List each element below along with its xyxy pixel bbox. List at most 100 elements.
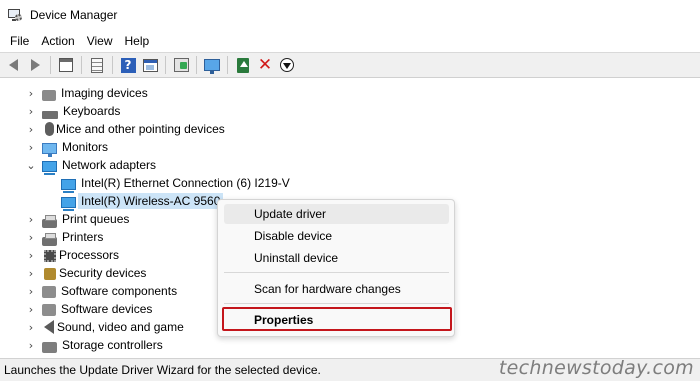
- network-adapter-icon: [61, 178, 76, 193]
- help-button[interactable]: ?: [117, 54, 139, 76]
- context-update-driver[interactable]: Update driver: [224, 204, 449, 224]
- action-pane-icon: [142, 58, 158, 72]
- network-adapter-icon: [61, 196, 76, 211]
- tree-item-label: Processors: [59, 248, 120, 262]
- menu-bar: File Action View Help: [0, 30, 700, 52]
- software-component-icon: [42, 286, 56, 298]
- help-icon: ?: [120, 57, 136, 73]
- context-disable-device[interactable]: Disable device: [224, 226, 449, 246]
- mouse-icon: [45, 122, 54, 136]
- properties-toolbar-button[interactable]: [86, 54, 108, 76]
- scan-hardware-button[interactable]: [170, 54, 192, 76]
- tree-item-printers[interactable]: › Printers: [26, 228, 103, 246]
- toolbar-separator: [196, 56, 197, 74]
- network-adapter-icon: [42, 160, 57, 175]
- toolbar: ? ✕: [0, 52, 700, 78]
- context-menu-separator: [224, 272, 449, 273]
- forward-button[interactable]: [24, 54, 46, 76]
- disable-device-button[interactable]: [276, 54, 298, 76]
- context-scan-hardware[interactable]: Scan for hardware changes: [224, 279, 449, 299]
- tree-item-processors[interactable]: › Processors: [26, 246, 119, 264]
- status-text: Launches the Update Driver Wizard for th…: [4, 363, 321, 377]
- chevron-right-icon[interactable]: ›: [26, 264, 36, 282]
- tree-item-security-devices[interactable]: › Security devices: [26, 264, 146, 282]
- tree-item-label: Software components: [61, 284, 178, 298]
- tree-item-label: Software devices: [61, 302, 153, 316]
- tree-item-wireless-adapter[interactable]: Intel(R) Wireless-AC 9560: [61, 192, 224, 211]
- tree-item-label: Security devices: [59, 266, 147, 280]
- toolbar-separator: [81, 56, 82, 74]
- tree-item-label: Imaging devices: [61, 86, 148, 100]
- chevron-right-icon[interactable]: ›: [26, 120, 36, 138]
- update-driver-icon: [237, 57, 249, 73]
- tree-item-sound-video-game[interactable]: › Sound, video and game: [26, 318, 184, 336]
- tree-item-label: Mice and other pointing devices: [56, 122, 225, 136]
- tree-item-label: Print queues: [62, 212, 130, 226]
- title-bar: Device Manager: [0, 0, 700, 30]
- toolbar-separator: [50, 56, 51, 74]
- chevron-right-icon[interactable]: ›: [26, 228, 36, 246]
- print-queue-icon: [42, 214, 57, 228]
- watermark: technewstoday.com: [498, 357, 694, 379]
- tree-item-mice[interactable]: › Mice and other pointing devices: [26, 120, 225, 138]
- chevron-right-icon[interactable]: ›: [26, 84, 36, 102]
- chevron-right-icon[interactable]: ›: [26, 138, 36, 156]
- tree-item-keyboards[interactable]: › Keyboards: [26, 102, 120, 120]
- device-manager-icon: [8, 9, 22, 21]
- tree-item-ethernet-adapter[interactable]: Intel(R) Ethernet Connection (6) I219-V: [61, 174, 290, 193]
- chevron-right-icon[interactable]: ›: [26, 336, 36, 354]
- chevron-right-icon[interactable]: ›: [26, 282, 36, 300]
- tree-item-label: Intel(R) Wireless-AC 9560: [78, 193, 224, 209]
- menu-help[interactable]: Help: [119, 32, 156, 50]
- console-tree-button[interactable]: [55, 54, 77, 76]
- tree-item-software-devices[interactable]: › Software devices: [26, 300, 152, 318]
- uninstall-device-button[interactable]: ✕: [254, 54, 276, 76]
- chevron-right-icon[interactable]: ›: [26, 210, 36, 228]
- disable-device-icon: [280, 58, 294, 72]
- tree-item-storage-controllers[interactable]: › Storage controllers: [26, 336, 163, 354]
- uninstall-device-icon: ✕: [257, 54, 273, 75]
- tree-item-label: Sound, video and game: [57, 320, 184, 334]
- security-device-icon: [44, 268, 56, 280]
- tree-item-label: Intel(R) Ethernet Connection (6) I219-V: [81, 176, 290, 190]
- chevron-right-icon[interactable]: ›: [26, 318, 36, 336]
- tree-item-monitors[interactable]: › Monitors: [26, 138, 109, 157]
- action-pane-button[interactable]: [139, 54, 161, 76]
- tree-item-label: Monitors: [62, 140, 109, 154]
- update-driver-button[interactable]: [232, 54, 254, 76]
- computer-monitor-icon: [204, 59, 220, 74]
- context-properties[interactable]: Properties: [224, 310, 449, 330]
- chevron-down-icon[interactable]: ⌄: [26, 156, 36, 174]
- imaging-device-icon: [42, 89, 56, 101]
- tree-item-network-adapters[interactable]: ⌄ Network adapters: [26, 156, 157, 175]
- back-arrow-icon: [8, 59, 18, 71]
- sound-icon: [44, 320, 54, 334]
- tree-item-print-queues[interactable]: › Print queues: [26, 210, 129, 228]
- toolbar-separator: [227, 56, 228, 74]
- chevron-right-icon[interactable]: ›: [26, 300, 36, 318]
- scan-hardware-icon: [173, 58, 189, 72]
- tree-item-label: Keyboards: [63, 104, 121, 118]
- keyboard-icon: [42, 111, 58, 119]
- computer-button[interactable]: [201, 54, 223, 76]
- forward-arrow-icon: [30, 59, 40, 71]
- storage-controller-icon: [42, 341, 57, 353]
- back-button[interactable]: [2, 54, 24, 76]
- context-menu: Update driver Disable device Uninstall d…: [217, 199, 455, 337]
- menu-file[interactable]: File: [4, 32, 35, 50]
- tree-item-label: Network adapters: [62, 158, 157, 172]
- context-uninstall-device[interactable]: Uninstall device: [224, 248, 449, 268]
- menu-action[interactable]: Action: [35, 32, 80, 50]
- toolbar-separator: [165, 56, 166, 74]
- show-hide-console-tree-icon: [59, 58, 73, 72]
- tree-item-imaging-devices[interactable]: › Imaging devices: [26, 84, 148, 102]
- software-device-icon: [42, 304, 56, 316]
- menu-view[interactable]: View: [81, 32, 119, 50]
- tree-item-software-components[interactable]: › Software components: [26, 282, 177, 300]
- properties-icon: [91, 57, 103, 73]
- monitor-icon: [42, 142, 57, 157]
- chevron-right-icon[interactable]: ›: [26, 102, 36, 120]
- chevron-right-icon[interactable]: ›: [26, 246, 36, 264]
- context-menu-separator: [224, 303, 449, 304]
- tree-item-label: Storage controllers: [62, 338, 163, 352]
